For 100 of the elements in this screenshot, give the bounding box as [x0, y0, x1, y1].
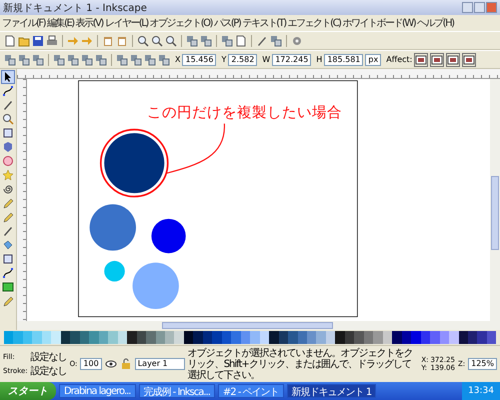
- color-swatch[interactable]: [392, 331, 402, 344]
- lock-icon[interactable]: [120, 358, 132, 370]
- layer-dropdown[interactable]: Layer 1: [134, 358, 185, 370]
- color-swatch[interactable]: [51, 331, 61, 344]
- arrow-icon[interactable]: [81, 34, 93, 46]
- opacity-field[interactable]: 100: [80, 358, 102, 370]
- magnifier-icon[interactable]: [165, 34, 177, 46]
- color-swatch[interactable]: [373, 331, 383, 344]
- menu-item[interactable]: エフェクト(C): [288, 16, 340, 30]
- squares-icon[interactable]: [67, 54, 79, 66]
- color-swatch[interactable]: [354, 331, 364, 344]
- color-swatch[interactable]: [288, 331, 298, 344]
- taskbar-item[interactable]: #2 - ペイント: [218, 384, 284, 398]
- color-swatch[interactable]: [449, 331, 458, 344]
- taskbar-item[interactable]: 完成例 - Inksca...: [138, 384, 215, 398]
- color-swatch[interactable]: [307, 331, 316, 344]
- zoom-field[interactable]: 125%: [468, 358, 497, 370]
- page-icon[interactable]: [235, 34, 247, 46]
- menu-item[interactable]: 表示(V): [76, 16, 103, 30]
- minimize-button[interactable]: [462, 2, 473, 13]
- color-swatch[interactable]: [430, 331, 440, 344]
- pointer-tool-icon[interactable]: [2, 71, 14, 83]
- taskbar-item[interactable]: 新規ドキュメント 1: [286, 384, 376, 398]
- color-swatch[interactable]: [70, 331, 80, 344]
- squares-icon[interactable]: [130, 54, 142, 66]
- squares-icon[interactable]: [53, 54, 65, 66]
- pencil-tool-icon[interactable]: [2, 197, 14, 209]
- color-swatch[interactable]: [13, 331, 23, 344]
- eye-icon[interactable]: [104, 358, 117, 370]
- arrow-icon[interactable]: [67, 34, 79, 46]
- color-swatch[interactable]: [89, 331, 99, 344]
- menu-item[interactable]: オブジェクト(O): [150, 16, 212, 30]
- gear-icon[interactable]: [291, 34, 303, 46]
- pencil-tool-icon[interactable]: [2, 211, 14, 223]
- color-swatch[interactable]: [477, 331, 487, 344]
- squares-icon[interactable]: [95, 54, 107, 66]
- squares-icon[interactable]: [32, 54, 44, 66]
- unit-dropdown[interactable]: px: [365, 54, 382, 66]
- magnifier-icon[interactable]: [151, 34, 163, 46]
- circle-tool-icon[interactable]: [2, 155, 14, 167]
- color-swatch[interactable]: [193, 331, 203, 344]
- squares-icon[interactable]: [4, 54, 16, 66]
- color-swatch[interactable]: [146, 331, 156, 344]
- menu-item[interactable]: テキスト(T): [242, 16, 286, 30]
- toggle-icon[interactable]: [446, 52, 460, 66]
- pencil-tool-icon[interactable]: [2, 295, 14, 307]
- spiral-tool-icon[interactable]: [2, 183, 14, 195]
- clipboard-icon[interactable]: [116, 34, 128, 46]
- width-field[interactable]: 172.245: [272, 54, 312, 66]
- maximize-button[interactable]: [474, 2, 485, 13]
- magnifier-tool-icon[interactable]: [2, 113, 14, 125]
- menu-item[interactable]: パス(P): [214, 16, 240, 30]
- menu-item[interactable]: ヘルプ(H): [417, 16, 454, 30]
- color-swatch[interactable]: [127, 331, 137, 344]
- squares-icon[interactable]: [18, 54, 30, 66]
- menu-item[interactable]: レイヤー(L): [104, 16, 148, 30]
- vertical-scrollbar[interactable]: [490, 79, 500, 321]
- nodes-tool-icon[interactable]: [2, 85, 14, 97]
- color-swatch[interactable]: [269, 331, 279, 344]
- squares-icon[interactable]: [186, 34, 198, 46]
- color-swatch[interactable]: [316, 331, 326, 344]
- squares-icon[interactable]: [116, 54, 128, 66]
- cube-tool-icon[interactable]: [2, 141, 14, 153]
- height-field[interactable]: 185.581: [324, 54, 364, 66]
- square-tool-icon[interactable]: [2, 253, 14, 265]
- menu-item[interactable]: ホワイトボード(W): [342, 16, 416, 30]
- squares-icon[interactable]: [158, 54, 170, 66]
- horizontal-scrollbar[interactable]: [17, 321, 500, 330]
- magnifier-icon[interactable]: [137, 34, 149, 46]
- squares-icon[interactable]: [81, 54, 93, 66]
- clipboard-icon[interactable]: [102, 34, 114, 46]
- color-swatch[interactable]: [335, 331, 345, 344]
- menu-item[interactable]: 編集(E): [47, 16, 74, 30]
- color-swatch[interactable]: [212, 331, 222, 344]
- leader-line: [166, 124, 225, 174]
- circle-shape[interactable]: [151, 218, 186, 254]
- color-swatch[interactable]: [108, 331, 118, 344]
- color-swatch[interactable]: [174, 331, 184, 344]
- toggle-icon[interactable]: [462, 52, 476, 66]
- color-swatch[interactable]: [32, 331, 42, 344]
- taskbar-item[interactable]: Drabina lagero...: [59, 384, 136, 398]
- toggle-icon[interactable]: [414, 52, 428, 66]
- color-swatch[interactable]: [250, 331, 260, 344]
- color-swatch[interactable]: [231, 331, 241, 344]
- toggle-icon[interactable]: [430, 52, 444, 66]
- printer-icon[interactable]: [46, 34, 58, 46]
- folder-icon[interactable]: [18, 34, 30, 46]
- y-field[interactable]: 2.582: [228, 54, 258, 66]
- star-tool-icon[interactable]: [2, 169, 14, 181]
- squares-icon[interactable]: [144, 54, 156, 66]
- squares-icon[interactable]: [270, 34, 282, 46]
- square-tool-icon[interactable]: [2, 127, 14, 139]
- x-field[interactable]: 15.456: [182, 54, 216, 66]
- color-swatch[interactable]: [411, 331, 421, 344]
- squares-icon[interactable]: [200, 34, 212, 46]
- squares-icon[interactable]: [221, 34, 233, 46]
- page-icon[interactable]: [4, 34, 16, 46]
- nodes-tool-icon[interactable]: [2, 267, 14, 279]
- menu-item[interactable]: ファイル(F): [2, 16, 46, 30]
- color-swatch[interactable]: [4, 331, 14, 344]
